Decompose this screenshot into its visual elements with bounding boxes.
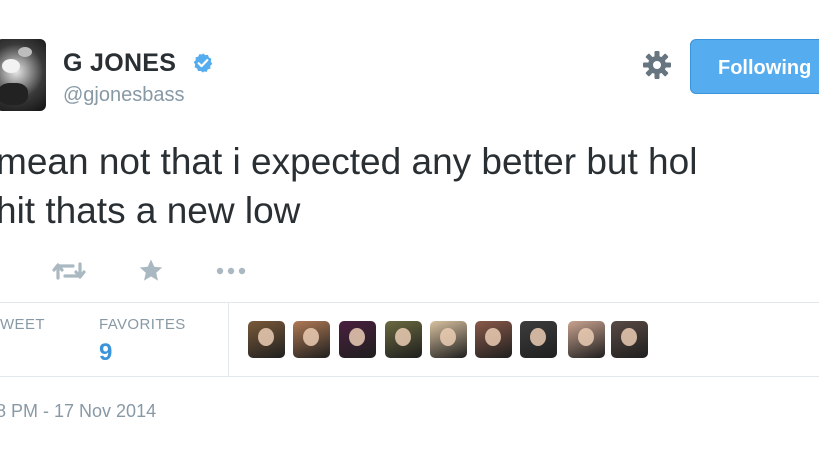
retweets-label[interactable]: WEET	[0, 316, 45, 333]
user-name[interactable]: G JONES	[63, 49, 176, 78]
favoriter-face	[258, 328, 274, 346]
favorites-label[interactable]: FAVORITES	[99, 316, 186, 333]
favoriter-avatar[interactable]	[339, 321, 376, 358]
retweet-icon[interactable]	[52, 258, 86, 284]
avatar-detail	[2, 59, 20, 73]
favorites-count[interactable]: 9	[99, 339, 112, 367]
avatar-detail	[0, 83, 28, 105]
favoriter-avatar[interactable]	[293, 321, 330, 358]
favoriter-face	[395, 328, 411, 346]
star-icon[interactable]	[138, 258, 164, 284]
favoriter-avatar[interactable]	[520, 321, 557, 358]
more-icon[interactable]	[215, 258, 247, 284]
favoriter-face	[349, 328, 365, 346]
favoriter-face	[578, 328, 594, 346]
favoriter-face	[621, 328, 637, 346]
favoriter-face	[303, 328, 319, 346]
gear-icon[interactable]	[642, 50, 672, 80]
verified-badge-icon	[193, 53, 213, 73]
user-handle[interactable]: @gjonesbass	[63, 84, 184, 107]
tweet-text: mean not that i expected any better but …	[0, 137, 697, 235]
favoriter-avatar[interactable]	[475, 321, 512, 358]
favoriter-face	[530, 328, 546, 346]
tweet-page: G JONES @gjonesbass Following mean not t…	[0, 0, 819, 452]
favoriter-avatar[interactable]	[611, 321, 648, 358]
tweet-line: hit thats a new low	[0, 190, 301, 231]
favoriter-avatar[interactable]	[385, 321, 422, 358]
favoriter-avatar[interactable]	[430, 321, 467, 358]
following-button[interactable]: Following	[690, 39, 819, 94]
tweet-timestamp[interactable]: 8 PM - 17 Nov 2014	[0, 401, 156, 422]
favoriter-face	[440, 328, 456, 346]
divider	[0, 376, 819, 377]
avatar[interactable]	[0, 39, 46, 111]
avatar-detail	[18, 47, 32, 57]
divider	[228, 303, 229, 376]
tweet-line: mean not that i expected any better but …	[0, 141, 698, 182]
favoriter-avatar[interactable]	[568, 321, 605, 358]
divider	[0, 302, 819, 303]
favoriter-face	[485, 328, 501, 346]
favoriter-avatar[interactable]	[248, 321, 285, 358]
